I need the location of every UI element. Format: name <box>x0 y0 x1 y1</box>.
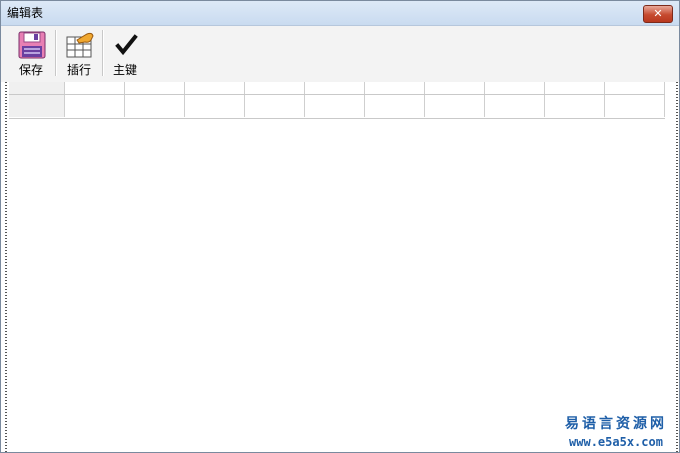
table-editor-area[interactable] <box>5 82 679 452</box>
grid-cell[interactable] <box>545 95 605 117</box>
primary-key-button-label: 主键 <box>112 63 137 77</box>
column-header[interactable] <box>245 82 305 94</box>
grid-cell[interactable] <box>245 95 305 117</box>
column-header[interactable] <box>125 82 185 94</box>
grid-cell[interactable] <box>185 95 245 117</box>
right-dotted-edge <box>676 82 678 452</box>
close-icon: ✕ <box>653 7 663 20</box>
edit-table-window: 编辑表 ✕ 保存 插行 主键 易语言资源网 www.e5a5x.com <box>0 0 680 453</box>
grid-cell[interactable] <box>305 95 365 117</box>
site-watermark: 易语言资源网 www.e5a5x.com <box>557 415 675 451</box>
watermark-url: www.e5a5x.com <box>569 435 663 449</box>
grid-cell[interactable] <box>425 95 485 117</box>
column-header[interactable] <box>485 82 545 94</box>
column-header[interactable] <box>365 82 425 94</box>
save-button-label: 保存 <box>18 63 43 77</box>
column-header[interactable] <box>305 82 365 94</box>
column-header[interactable] <box>605 82 665 94</box>
grid-cell[interactable] <box>485 95 545 117</box>
row-header-corner[interactable] <box>9 82 65 94</box>
toolbar: 保存 插行 主键 <box>1 26 679 82</box>
insert-row-icon <box>66 32 94 58</box>
title-bar[interactable]: 编辑表 ✕ <box>1 1 679 26</box>
insert-row-button[interactable]: 插行 <box>57 29 101 79</box>
grid-header-row <box>9 82 665 95</box>
close-button[interactable]: ✕ <box>643 5 673 23</box>
grid-cell[interactable] <box>125 95 185 117</box>
column-header[interactable] <box>545 82 605 94</box>
row-header-cell[interactable] <box>9 95 65 117</box>
grid-cell[interactable] <box>65 95 125 117</box>
grid-cell[interactable] <box>365 95 425 117</box>
grid-cell[interactable] <box>605 95 665 117</box>
checkmark-icon <box>115 34 138 56</box>
insert-row-button-label: 插行 <box>66 63 91 77</box>
watermark-site-name: 易语言资源网 <box>565 416 667 432</box>
data-grid[interactable] <box>9 82 665 119</box>
primary-key-button[interactable]: 主键 <box>103 29 147 79</box>
save-button[interactable]: 保存 <box>9 29 53 79</box>
column-header[interactable] <box>185 82 245 94</box>
column-header[interactable] <box>65 82 125 94</box>
window-title: 编辑表 <box>7 6 44 20</box>
table-row <box>9 95 665 117</box>
left-dotted-edge <box>5 82 7 452</box>
save-disk-icon <box>18 31 46 59</box>
column-header[interactable] <box>425 82 485 94</box>
